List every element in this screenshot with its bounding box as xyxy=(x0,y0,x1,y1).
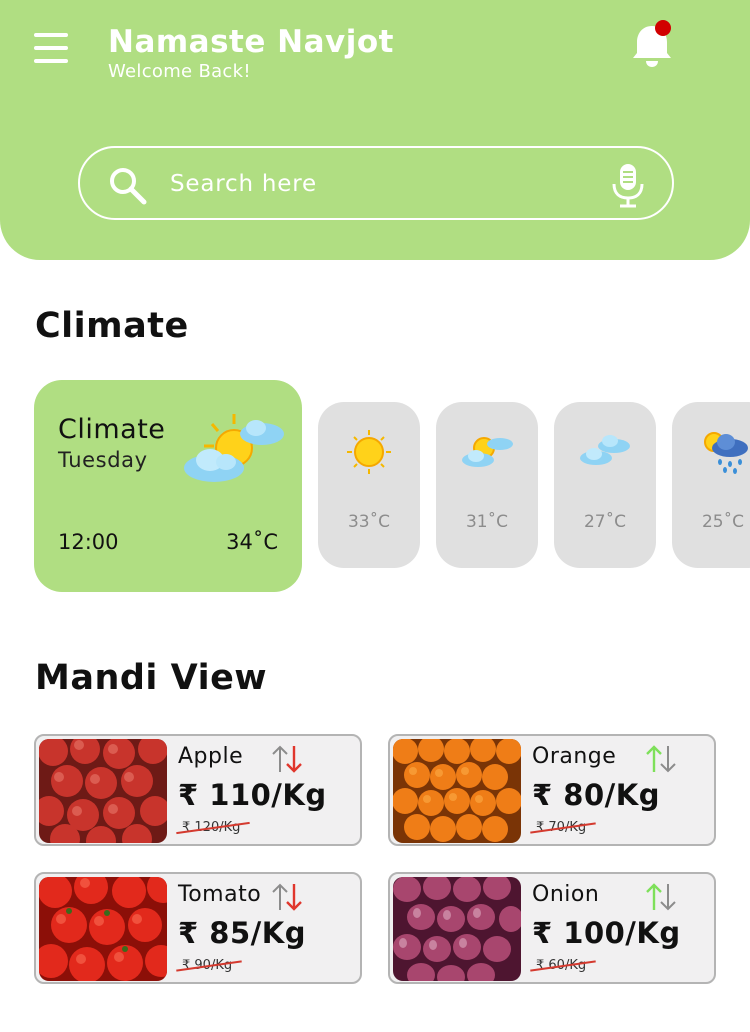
forecast-card[interactable]: 31˚C xyxy=(436,402,538,568)
partly-cloudy-icon xyxy=(184,414,284,482)
current-climate-temperature: 34˚C xyxy=(226,530,278,554)
item-price: ₹ 110/Kg xyxy=(178,778,327,812)
greeting-title: Namaste Navjot xyxy=(108,24,394,60)
current-climate-card[interactable]: Climate Tuesday 12:00 34˚C xyxy=(34,380,302,592)
notification-dot xyxy=(655,20,671,36)
mandi-item-orange[interactable]: Orange ₹ 80/Kg ₹ 70/Kg xyxy=(388,734,716,846)
search-icon[interactable] xyxy=(108,166,148,206)
search-bar xyxy=(78,146,674,220)
mandi-item-onion[interactable]: Onion ₹ 100/Kg ₹ 60/Kg xyxy=(388,872,716,984)
price-trend-up-icon xyxy=(646,883,676,911)
microphone-icon[interactable] xyxy=(610,164,646,208)
forecast-temperature: 27˚C xyxy=(583,512,626,532)
item-price: ₹ 100/Kg xyxy=(532,916,681,950)
forecast-card[interactable]: 33˚C xyxy=(318,402,420,568)
item-name: Orange xyxy=(532,744,617,769)
item-old-price: ₹ 90/Kg xyxy=(182,958,233,973)
item-name: Onion xyxy=(532,882,600,907)
item-price: ₹ 85/Kg xyxy=(178,916,306,950)
current-climate-day: Tuesday xyxy=(58,448,148,472)
oranges-photo xyxy=(393,739,521,843)
header-bar: Namaste Navjot Welcome Back! xyxy=(0,0,750,260)
search-input[interactable] xyxy=(170,164,590,204)
forecast-temperature: 25˚C xyxy=(701,512,744,532)
current-climate-title: Climate xyxy=(58,414,166,445)
sunny-icon xyxy=(347,430,391,474)
item-old-price: ₹ 60/Kg xyxy=(536,958,587,973)
item-old-price: ₹ 70/Kg xyxy=(536,820,587,835)
forecast-temperature: 33˚C xyxy=(347,512,390,532)
item-old-price: ₹ 120/Kg xyxy=(182,820,241,835)
item-name: Tomato xyxy=(178,882,262,907)
price-trend-down-icon xyxy=(272,883,302,911)
greeting-subtitle: Welcome Back! xyxy=(108,61,251,82)
forecast-card[interactable]: 25˚C xyxy=(672,402,750,568)
mandi-item-tomato[interactable]: Tomato ₹ 85/Kg ₹ 90/Kg xyxy=(34,872,362,984)
climate-section-title: Climate xyxy=(35,306,189,346)
tomatoes-photo xyxy=(39,877,167,981)
price-trend-up-icon xyxy=(646,745,676,773)
bell-icon[interactable] xyxy=(628,20,676,70)
forecast-temperature: 31˚C xyxy=(465,512,508,532)
mandi-section-title: Mandi View xyxy=(35,658,268,698)
forecast-card[interactable]: 27˚C xyxy=(554,402,656,568)
item-price: ₹ 80/Kg xyxy=(532,778,660,812)
current-climate-time: 12:00 xyxy=(58,530,119,554)
rain-icon xyxy=(704,432,748,474)
cloudy-icon xyxy=(580,435,630,465)
apples-photo xyxy=(39,739,167,843)
item-name: Apple xyxy=(178,744,244,769)
partly-cloudy-icon xyxy=(462,437,513,467)
hamburger-menu-icon[interactable] xyxy=(34,33,68,63)
onions-photo xyxy=(393,877,521,981)
price-trend-down-icon xyxy=(272,745,302,773)
mandi-item-apple[interactable]: Apple ₹ 110/Kg ₹ 120/Kg xyxy=(34,734,362,846)
